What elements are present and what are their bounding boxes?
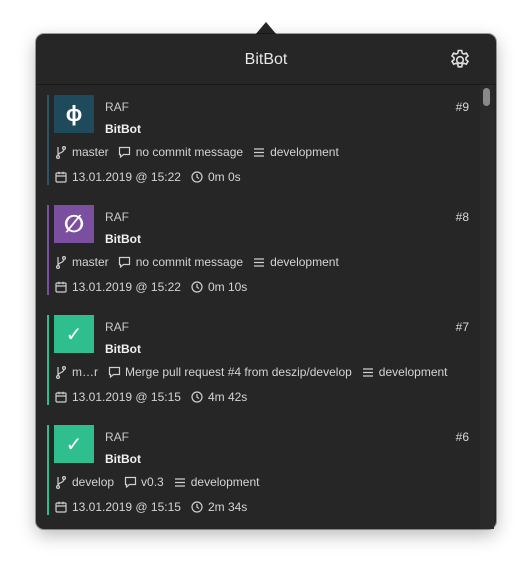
build-number: #7 bbox=[455, 320, 469, 334]
build-time-row: 13.01.2019 @ 15:22 0m 10s bbox=[54, 280, 247, 294]
commit-message: Merge pull request #4 from deszip/develo… bbox=[125, 365, 352, 379]
build-duration: 0m 10s bbox=[207, 280, 248, 294]
commit-message: v0.3 bbox=[141, 475, 164, 489]
repo-name: BitBot bbox=[105, 342, 141, 356]
scrollbar[interactable] bbox=[480, 85, 494, 529]
branch-name: m…r bbox=[72, 365, 98, 379]
pipeline-name: development bbox=[190, 475, 260, 489]
build-meta-row: develop v0.3 development bbox=[54, 475, 259, 489]
list-icon bbox=[252, 145, 266, 159]
checkmark-icon: ✓ bbox=[65, 323, 83, 346]
header: BitBot bbox=[36, 34, 496, 85]
build-item-7[interactable]: ✓ RAF #7 BitBot m…r Merge pull request #… bbox=[36, 305, 480, 415]
phi-symbol-icon: ϕ bbox=[65, 101, 83, 126]
build-meta-row: m…r Merge pull request #4 from deszip/de… bbox=[54, 365, 448, 379]
status-badge: ✓ bbox=[54, 425, 94, 463]
list-icon bbox=[252, 255, 266, 269]
repo-name: BitBot bbox=[105, 452, 141, 466]
build-number: #9 bbox=[455, 100, 469, 114]
build-date: 13.01.2019 @ 15:15 bbox=[72, 500, 181, 514]
checkmark-icon: ✓ bbox=[65, 433, 83, 456]
comment-icon bbox=[123, 475, 137, 489]
build-duration: 2m 34s bbox=[207, 500, 248, 514]
build-item-9[interactable]: ϕ RAF #9 BitBot master no commit message… bbox=[36, 85, 480, 195]
build-list[interactable]: ϕ RAF #9 BitBot master no commit message… bbox=[36, 85, 496, 529]
build-item-8[interactable]: ∅ RAF #8 BitBot master no commit message… bbox=[36, 195, 480, 305]
build-item-6[interactable]: ✓ RAF #6 BitBot develop v0.3 development bbox=[36, 415, 480, 525]
build-number: #8 bbox=[455, 210, 469, 224]
branch-name: master bbox=[72, 255, 109, 269]
commit-message: no commit message bbox=[135, 145, 244, 159]
build-date: 13.01.2019 @ 15:22 bbox=[72, 170, 181, 184]
build-number: #6 bbox=[455, 430, 469, 444]
branch-name: develop bbox=[72, 475, 115, 489]
list-icon bbox=[361, 365, 375, 379]
build-duration: 4m 42s bbox=[207, 390, 248, 404]
gear-icon[interactable] bbox=[448, 48, 472, 72]
empty-set-icon: ∅ bbox=[63, 210, 85, 238]
build-date: 13.01.2019 @ 15:15 bbox=[72, 390, 181, 404]
author-name: RAF bbox=[105, 100, 129, 114]
comment-icon bbox=[118, 255, 132, 269]
status-accent-bar bbox=[47, 95, 49, 185]
status-badge: ✓ bbox=[54, 315, 94, 353]
app-title: BitBot bbox=[244, 51, 288, 68]
status-accent-bar bbox=[47, 205, 49, 295]
clock-icon bbox=[190, 280, 204, 294]
repo-name: BitBot bbox=[105, 232, 141, 246]
clock-icon bbox=[190, 500, 204, 514]
commit-message: no commit message bbox=[135, 255, 244, 269]
calendar-icon bbox=[54, 390, 68, 404]
author-name: RAF bbox=[105, 320, 129, 334]
comment-icon bbox=[118, 145, 132, 159]
calendar-icon bbox=[54, 170, 68, 184]
pipeline-name: development bbox=[270, 255, 339, 269]
status-badge: ϕ bbox=[54, 95, 94, 133]
clock-icon bbox=[190, 170, 204, 184]
bitbot-popover: BitBot ϕ RAF #9 BitBot master no commit … bbox=[36, 34, 496, 529]
status-badge: ∅ bbox=[54, 205, 94, 243]
branch-icon bbox=[54, 255, 68, 269]
calendar-icon bbox=[54, 280, 68, 294]
pipeline-name: development bbox=[378, 365, 448, 379]
pipeline-name: development bbox=[270, 145, 339, 159]
repo-name: BitBot bbox=[105, 122, 141, 136]
author-name: RAF bbox=[105, 430, 129, 444]
branch-icon bbox=[54, 475, 68, 489]
branch-icon bbox=[54, 365, 68, 379]
build-duration: 0m 0s bbox=[207, 170, 241, 184]
branch-name: master bbox=[72, 145, 109, 159]
list-icon bbox=[173, 475, 187, 489]
status-accent-bar bbox=[47, 425, 49, 515]
status-accent-bar bbox=[47, 315, 49, 405]
build-date: 13.01.2019 @ 15:22 bbox=[72, 280, 181, 294]
comment-icon bbox=[107, 365, 121, 379]
author-name: RAF bbox=[105, 210, 129, 224]
build-time-row: 13.01.2019 @ 15:15 4m 42s bbox=[54, 390, 247, 404]
calendar-icon bbox=[54, 500, 68, 514]
branch-icon bbox=[54, 145, 68, 159]
build-meta-row: master no commit message development bbox=[54, 145, 339, 159]
build-time-row: 13.01.2019 @ 15:22 0m 0s bbox=[54, 170, 241, 184]
build-time-row: 13.01.2019 @ 15:15 2m 34s bbox=[54, 500, 247, 514]
scrollbar-thumb[interactable] bbox=[483, 88, 490, 106]
build-meta-row: master no commit message development bbox=[54, 255, 339, 269]
clock-icon bbox=[190, 390, 204, 404]
